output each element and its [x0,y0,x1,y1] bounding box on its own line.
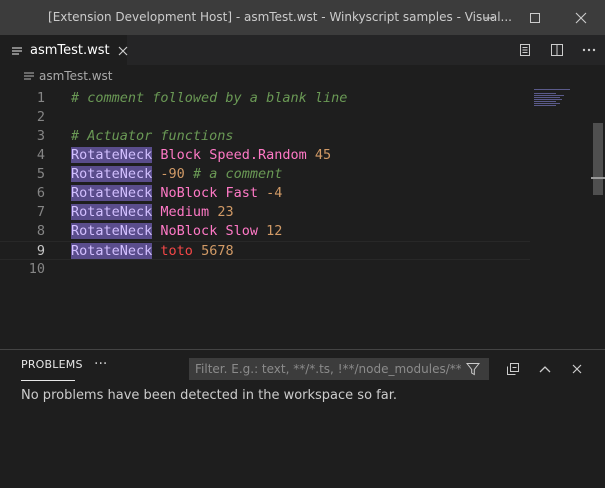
code-line[interactable]: 1 # comment followed by a blank line [0,89,530,108]
line-code[interactable]: RotateNeck NoBlock Slow 12 [71,222,282,241]
close-icon [118,46,128,55]
filter-icon[interactable] [465,361,481,377]
line-number: 6 [36,185,45,201]
keyword-token: Medium [160,204,210,220]
code-line[interactable]: 8 RotateNeck NoBlock Slow 12 [0,222,530,241]
code-line[interactable]: 10 [0,260,530,279]
line-code[interactable]: RotateNeck -90 # a comment [71,165,282,184]
command-token: RotateNeck [71,185,153,201]
tab-asmtest[interactable]: asmTest.wst [0,35,128,65]
line-number: 3 [36,128,45,144]
line-code[interactable]: RotateNeck Medium 23 [71,203,234,222]
command-token: RotateNeck [71,204,153,220]
file-icon [10,43,24,59]
code-editor[interactable]: 1 # comment followed by a blank line 2 3 # A… [0,87,605,349]
line-number: 10 [28,261,45,277]
code-line[interactable]: 3 # Actuator functions [0,127,530,146]
number-token: 5678 [201,243,234,259]
tab-label: asmTest.wst [30,43,110,58]
problems-panel: PROBLEMS ··· No problems have been detec… [0,349,605,488]
code-line[interactable]: 6 RotateNeck NoBlock Fast -4 [0,184,530,203]
comment-token: # a comment [192,166,283,182]
more-actions-icon [582,48,596,52]
number-token: 12 [266,223,283,239]
code-line[interactable]: 7 RotateNeck Medium 23 [0,203,530,222]
breadcrumb: asmTest.wst [0,65,605,87]
code-line[interactable]: 5 RotateNeck -90 # a comment [0,165,530,184]
command-token: RotateNeck [71,223,153,239]
line-code[interactable]: RotateNeck NoBlock Fast -4 [71,184,282,203]
error-token: toto [160,243,193,259]
line-number: 1 [36,90,45,106]
maximize-icon [530,12,540,23]
open-preview-icon [520,44,530,56]
more-actions-button[interactable] [573,35,605,65]
keyword-token: NoBlock Fast [160,185,258,201]
number-token: 45 [314,147,332,163]
comment-token: # comment followed by a blank line [71,90,348,106]
split-editor-button[interactable] [541,35,573,65]
tab-close-button[interactable] [118,43,128,59]
line-number: 5 [36,166,45,182]
breadcrumb-file[interactable]: asmTest.wst [39,69,113,83]
panel-more-button[interactable]: ··· [94,356,107,372]
command-token: RotateNeck [71,243,153,259]
maximize-panel-button[interactable] [534,358,556,380]
close-icon [572,364,582,374]
minimize-icon [484,17,494,18]
number-token: -90 [160,166,185,182]
collapse-all-button[interactable] [502,358,524,380]
code-line[interactable]: 2 [0,108,530,127]
scrollbar-cursor-marker [591,177,605,179]
editor-actions [509,35,605,65]
close-window-button[interactable] [558,0,604,35]
line-number: 8 [36,223,45,239]
split-editor-icon [551,44,563,56]
line-code[interactable]: # Actuator functions [71,127,234,146]
window-title: [Extension Development Host] - asmTest.w… [48,10,512,24]
line-number: 7 [36,204,45,220]
line-number: 9 [36,243,45,259]
command-token: RotateNeck [71,147,153,163]
line-number: 4 [36,147,45,163]
problems-message: No problems have been detected in the wo… [21,388,397,403]
code-line[interactable]: 9 RotateNeck toto 5678 [0,241,530,260]
keyword-token: Block Speed.Random [160,147,307,163]
close-panel-button[interactable] [566,358,588,380]
file-icon [22,69,36,83]
close-icon [575,12,587,23]
minimap[interactable] [534,89,590,109]
maximize-button[interactable] [512,0,558,35]
code-line[interactable]: 4 RotateNeck Block Speed.Random 45 [0,146,530,165]
command-token: RotateNeck [71,166,153,182]
chevron-up-icon [539,366,551,373]
number-token: -4 [266,185,283,201]
keyword-token: NoBlock Slow [160,223,258,239]
open-preview-button[interactable] [509,35,541,65]
line-number: 2 [36,109,45,125]
editor-tabs: asmTest.wst [0,35,605,65]
problems-filter-input[interactable] [189,358,489,380]
tab-problems[interactable]: PROBLEMS [21,358,83,371]
number-token: 23 [217,204,234,220]
line-code[interactable]: RotateNeck Block Speed.Random 45 [71,146,331,165]
line-code[interactable]: # comment followed by a blank line [71,89,347,108]
collapse-all-icon [507,363,519,375]
title-bar: [Extension Development Host] - asmTest.w… [0,0,605,35]
minimize-button[interactable] [466,0,512,35]
comment-token: # Actuator functions [71,128,234,144]
editor-scrollbar[interactable] [593,123,603,195]
active-tab-indicator [21,380,75,381]
line-code[interactable]: RotateNeck toto 5678 [71,242,234,261]
